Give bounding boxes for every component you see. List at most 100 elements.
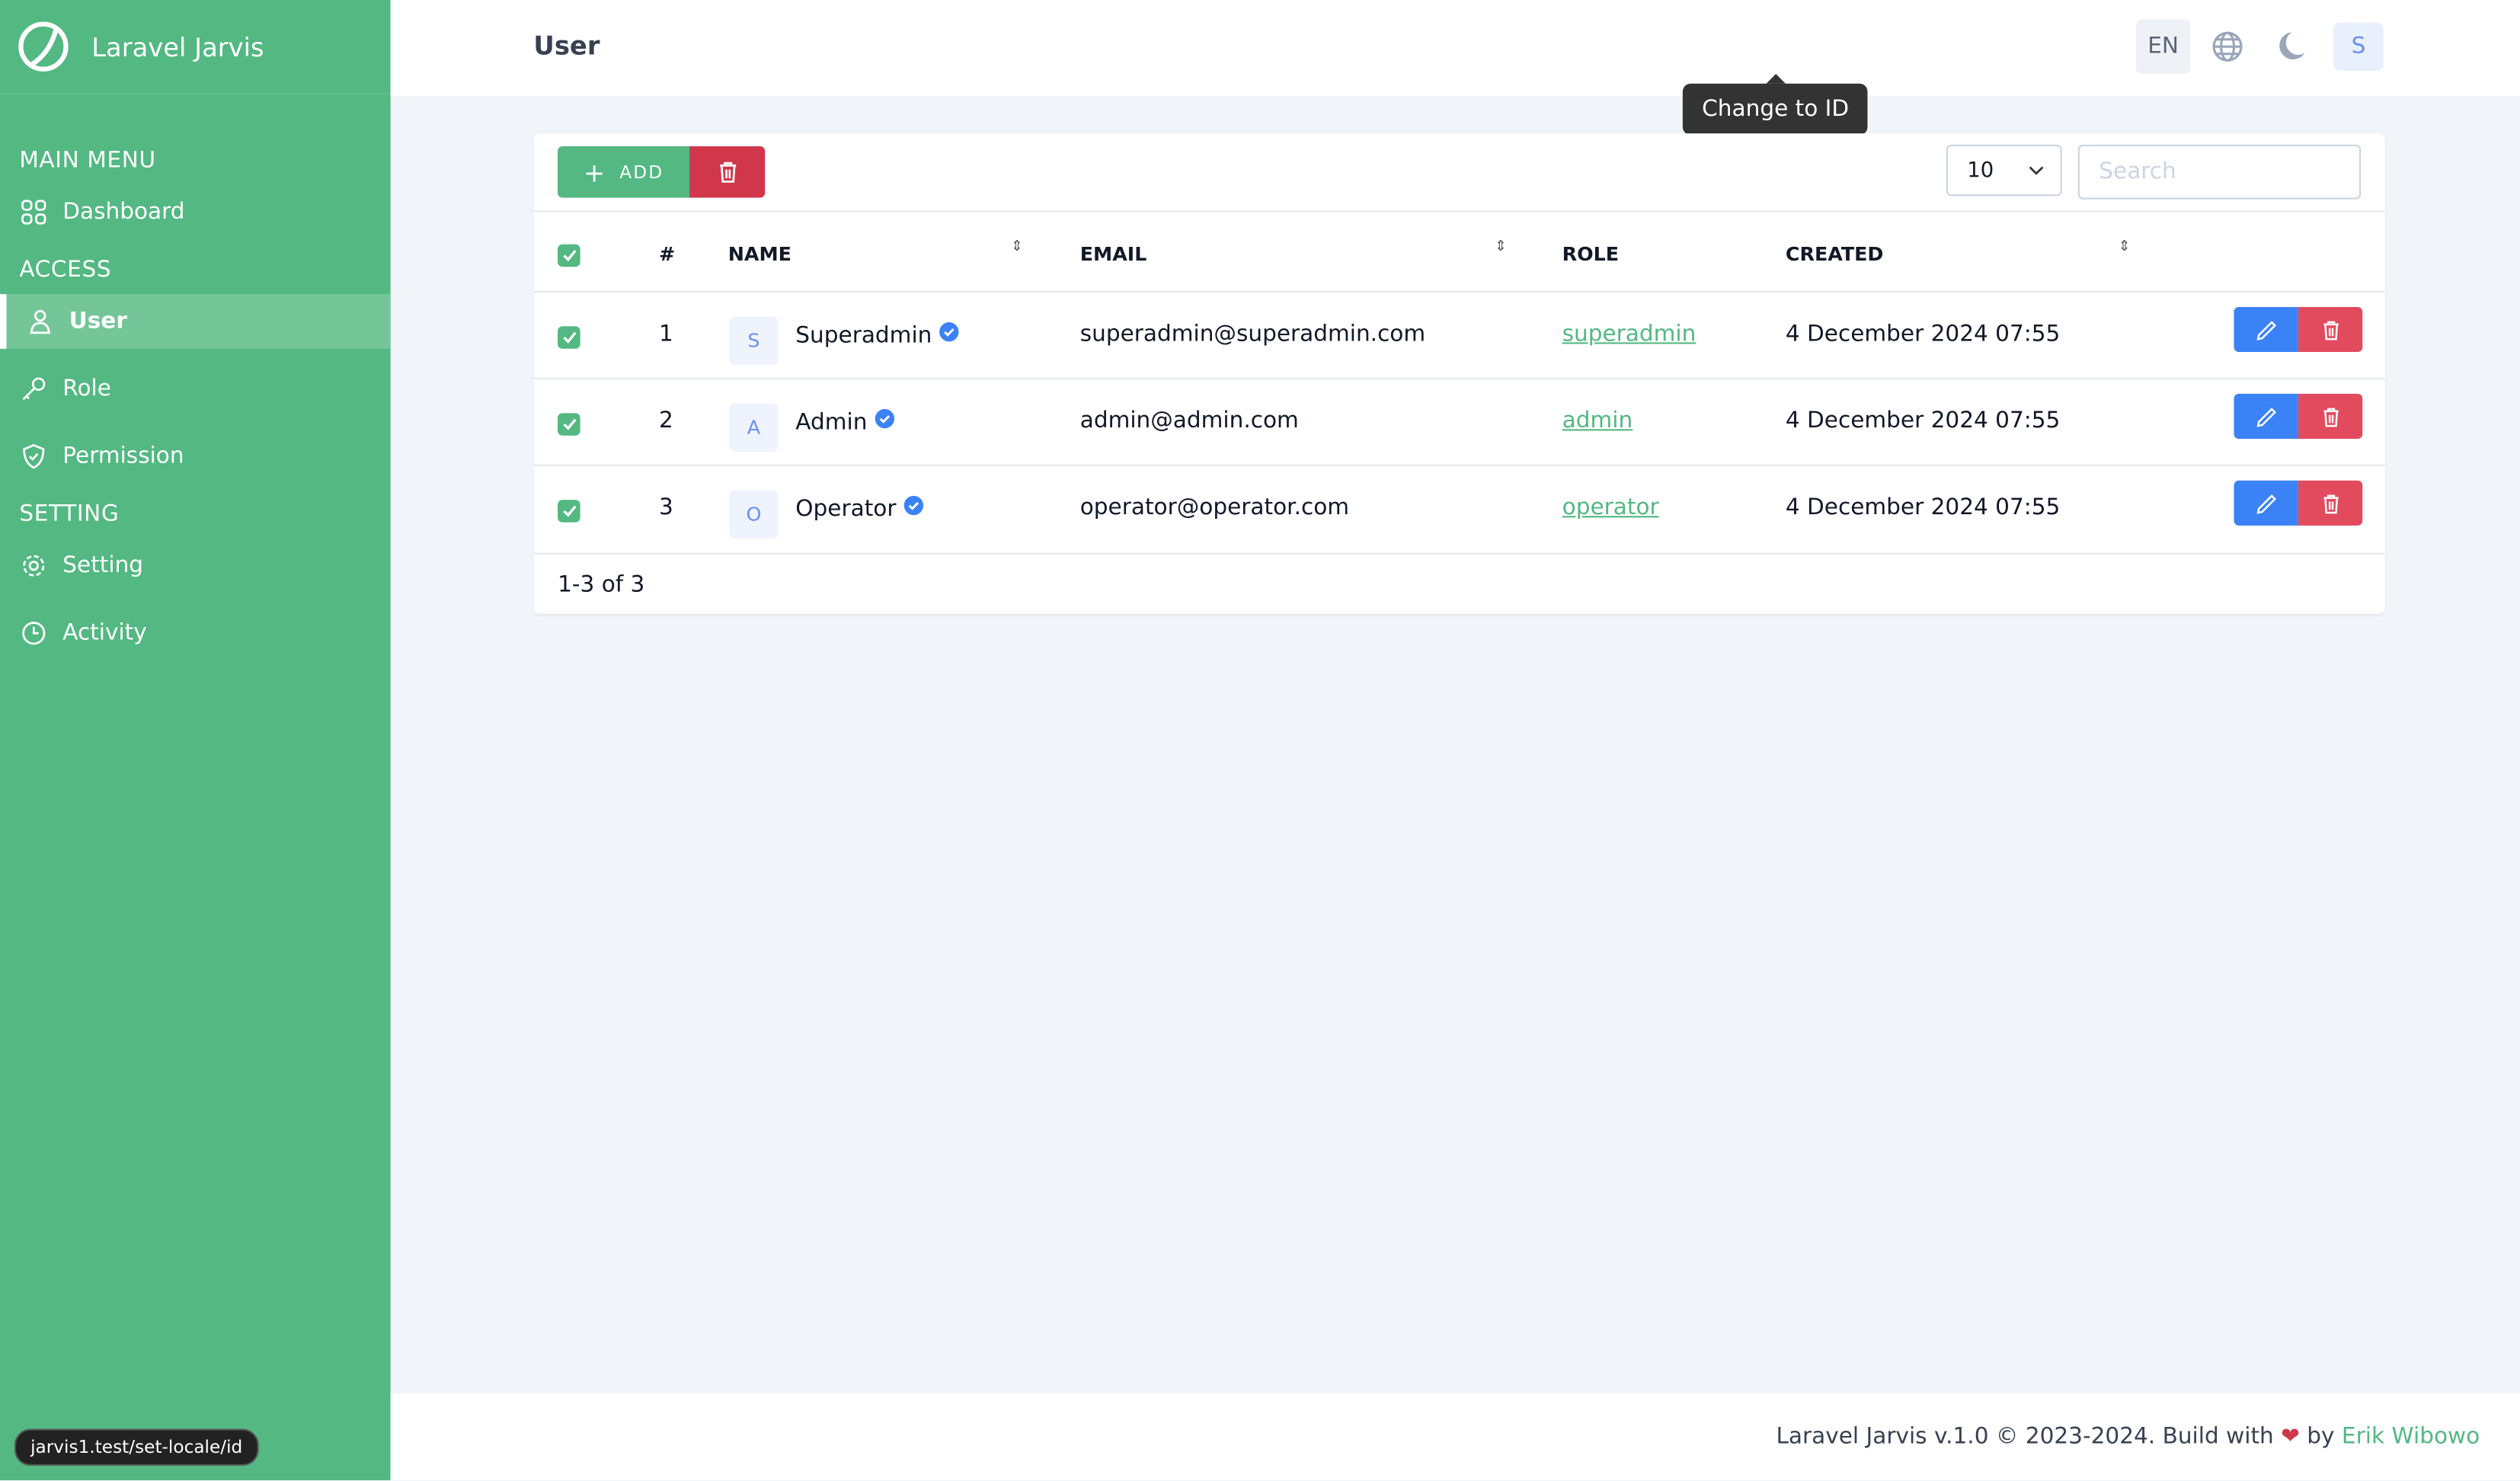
- row-number: 2: [658, 408, 673, 434]
- delete-button[interactable]: [2298, 480, 2363, 526]
- row-number: 3: [658, 494, 673, 521]
- add-label: ADD: [619, 162, 664, 183]
- edit-button[interactable]: [2234, 306, 2298, 353]
- sort-icon[interactable]: ⇕: [1495, 239, 1507, 255]
- created-date: 4 December 2024 07:55: [1785, 321, 2061, 347]
- pencil-icon: [2256, 493, 2276, 513]
- sidebar-item-label: Permission: [62, 443, 184, 470]
- trash-icon: [2323, 320, 2338, 340]
- role-link[interactable]: superadmin: [1562, 321, 1697, 347]
- pagination-info: 1-3 of 3: [558, 572, 645, 598]
- pencil-icon: [2256, 407, 2276, 427]
- footer: Laravel Jarvis v.1.0 © 2023-2024. Build …: [390, 1393, 2520, 1481]
- row-checkbox[interactable]: [558, 413, 580, 436]
- delete-button[interactable]: [2298, 306, 2363, 353]
- edit-button[interactable]: [2234, 393, 2298, 439]
- user-initial-avatar: S: [729, 316, 779, 365]
- user-name-text: Operator: [795, 496, 897, 523]
- page-title: User: [533, 30, 600, 62]
- section-setting: SETTING: [19, 501, 120, 527]
- sidebar-item-permission[interactable]: Permission: [0, 429, 391, 484]
- locale-tooltip: Change to ID: [1682, 74, 1869, 136]
- add-button[interactable]: + ADD: [558, 146, 690, 198]
- select-all-checkbox[interactable]: [558, 244, 580, 267]
- verified-icon: [875, 408, 895, 429]
- role-link[interactable]: admin: [1562, 408, 1633, 434]
- table-row: 2 A Admin admin@admin.com admin 4 Decemb…: [533, 377, 2385, 466]
- search-input[interactable]: [2077, 144, 2362, 200]
- topbar: User EN S: [390, 0, 2520, 97]
- user-icon: [30, 309, 50, 334]
- user-name: Superadmin: [795, 321, 960, 349]
- bulk-delete-button[interactable]: [689, 146, 766, 198]
- logo-icon: [18, 21, 69, 72]
- author-link[interactable]: Erik Wibowo: [2342, 1424, 2480, 1450]
- col-number: #: [658, 242, 676, 266]
- sidebar: Laravel Jarvis MAIN MENU Dashboard ACCES…: [0, 0, 391, 1481]
- chevron-down-icon: [2029, 166, 2044, 175]
- sidebar-item-label: Activity: [62, 620, 147, 647]
- created-date: 4 December 2024 07:55: [1785, 408, 2061, 434]
- user-email: operator@operator.com: [1079, 494, 1350, 521]
- per-page-select[interactable]: 10: [1946, 144, 2062, 197]
- shield-icon: [23, 443, 45, 469]
- pencil-icon: [2256, 320, 2276, 340]
- sort-icon[interactable]: ⇕: [2119, 239, 2131, 255]
- sidebar-item-label: User: [69, 309, 127, 334]
- sidebar-item-setting[interactable]: Setting: [0, 539, 391, 593]
- sidebar-item-user[interactable]: User: [0, 294, 391, 349]
- table-row: 3 O Operator operator@operator.com opera…: [533, 464, 2385, 553]
- table-row: 1 S Superadmin superadmin@superadmin.com…: [533, 290, 2385, 379]
- table-header: # NAME ⇕ EMAIL ⇕ ROLE CREATED ⇕: [533, 210, 2385, 293]
- sidebar-item-label: Dashboard: [62, 199, 185, 226]
- locale-button[interactable]: EN: [2135, 19, 2191, 75]
- key-icon: [22, 377, 46, 401]
- clock-icon: [22, 622, 46, 645]
- edit-button[interactable]: [2234, 480, 2298, 526]
- user-initial-avatar: A: [729, 403, 779, 452]
- user-name-text: Superadmin: [795, 323, 932, 349]
- verified-icon: [939, 321, 960, 342]
- user-email: superadmin@superadmin.com: [1079, 321, 1426, 347]
- user-name: Operator: [795, 495, 924, 523]
- users-card: +ADD 10 # NAME ⇕ EMAIL ⇕ ROLE CREATED ⇕ …: [533, 133, 2385, 616]
- col-created[interactable]: CREATED: [1786, 243, 1884, 266]
- sidebar-item-activity[interactable]: Activity: [0, 606, 391, 661]
- moon-icon[interactable]: [2277, 30, 2306, 62]
- col-name[interactable]: NAME: [728, 243, 791, 266]
- trash-icon: [2323, 494, 2338, 513]
- row-checkbox[interactable]: [558, 326, 580, 349]
- sidebar-item-label: Setting: [62, 552, 144, 579]
- heart-icon: ❤: [2281, 1424, 2300, 1450]
- globe-icon[interactable]: [2211, 30, 2243, 62]
- trash-icon: [719, 162, 736, 183]
- app-name: Laravel Jarvis: [91, 31, 264, 62]
- brand[interactable]: Laravel Jarvis: [0, 0, 391, 95]
- col-role: ROLE: [1562, 242, 1620, 266]
- user-email: admin@admin.com: [1079, 408, 1299, 434]
- per-page-value: 10: [1967, 158, 1994, 183]
- created-date: 4 December 2024 07:55: [1785, 494, 2061, 521]
- user-name: Admin: [795, 408, 895, 436]
- table-footer: 1-3 of 3: [533, 552, 2385, 616]
- section-access: ACCESS: [19, 257, 112, 283]
- row-number: 1: [658, 321, 673, 347]
- role-link[interactable]: operator: [1562, 495, 1659, 521]
- trash-icon: [2323, 407, 2338, 427]
- gear-icon: [23, 555, 45, 577]
- grid-icon: [21, 200, 46, 225]
- footer-by: by: [2307, 1424, 2335, 1450]
- section-main-menu: MAIN MENU: [19, 148, 156, 174]
- sidebar-item-role[interactable]: Role: [0, 362, 391, 417]
- sort-icon[interactable]: ⇕: [1011, 239, 1023, 255]
- sidebar-item-dashboard[interactable]: Dashboard: [0, 185, 391, 240]
- avatar[interactable]: S: [2333, 22, 2384, 71]
- delete-button[interactable]: [2298, 393, 2363, 439]
- verified-icon: [903, 495, 924, 516]
- user-initial-avatar: O: [729, 490, 779, 539]
- user-name-text: Admin: [795, 409, 868, 436]
- footer-text: Laravel Jarvis v.1.0 © 2023-2024. Build …: [1776, 1424, 2274, 1450]
- col-email[interactable]: EMAIL: [1080, 243, 1147, 266]
- status-bar-url: jarvis1.test/set-locale/id: [14, 1428, 259, 1467]
- row-checkbox[interactable]: [558, 500, 580, 523]
